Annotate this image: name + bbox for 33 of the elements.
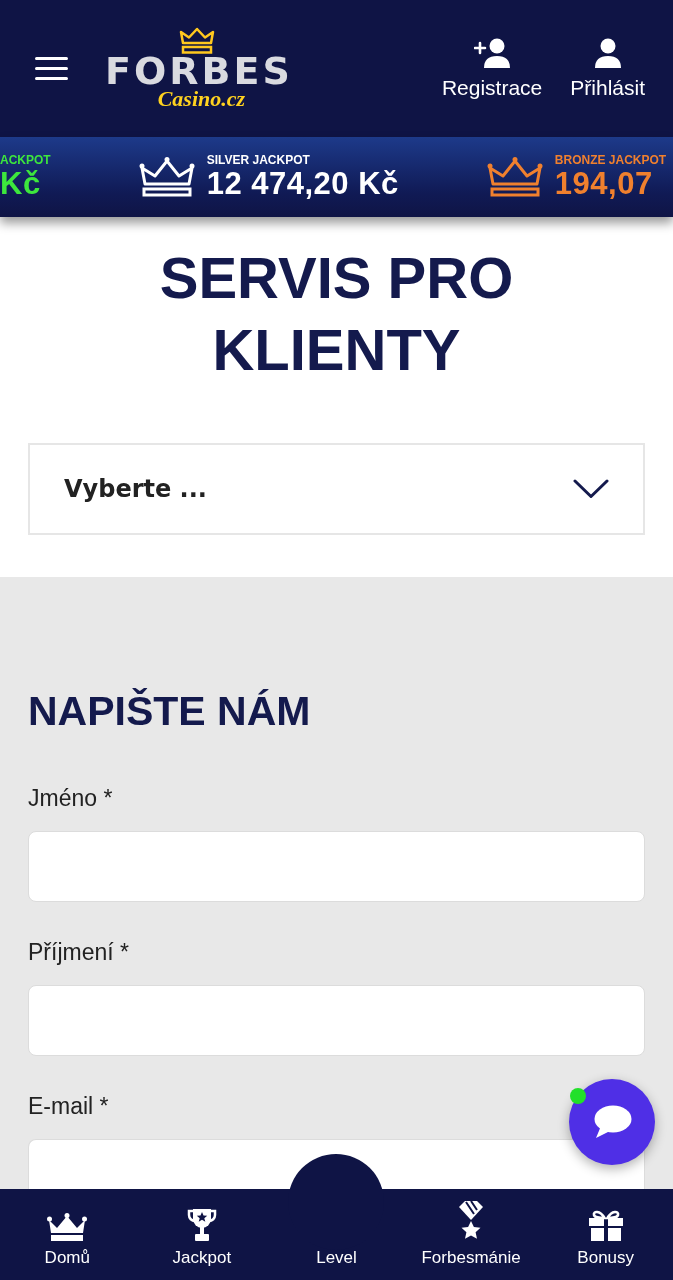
person-icon bbox=[593, 37, 622, 68]
jackpot-amount: Kč bbox=[0, 167, 42, 201]
jackpot-amount: 194,07 bbox=[554, 167, 654, 201]
medal-icon bbox=[457, 1201, 486, 1241]
jackpot-amount: 12 474,20 Kč bbox=[206, 167, 399, 201]
gift-icon bbox=[587, 1209, 624, 1241]
section-title: NAPIŠTE NÁM bbox=[28, 687, 312, 736]
register-button[interactable]: Registrace bbox=[441, 37, 543, 100]
field-label: Příjmení * bbox=[28, 938, 130, 967]
jackpot-label: BRONZE JACKPOT bbox=[554, 153, 667, 167]
field-label: Jméno * bbox=[28, 784, 114, 813]
topic-select[interactable]: Vyberte ... bbox=[28, 443, 645, 535]
speech-bubble-icon bbox=[592, 1105, 632, 1139]
jackpot-label: ACKPOT bbox=[0, 153, 51, 167]
bonuses-tab[interactable]: Bonusy bbox=[577, 1189, 635, 1280]
field-label: E-mail * bbox=[28, 1092, 110, 1121]
forbesmania-tab[interactable]: Forbesmánie bbox=[421, 1189, 521, 1280]
jackpot-tab[interactable]: Jackpot bbox=[172, 1189, 232, 1280]
logo-wordmark: FORBES bbox=[104, 55, 293, 86]
chevron-down-icon bbox=[573, 479, 609, 499]
login-button[interactable]: Přihlásit bbox=[570, 37, 645, 100]
crown-icon bbox=[178, 26, 217, 54]
home-tab[interactable]: Domů bbox=[44, 1189, 90, 1280]
logo-tagline: Casino.cz bbox=[156, 86, 246, 111]
jackpot-label: SILVER JACKPOT bbox=[206, 153, 311, 167]
input-field[interactable] bbox=[28, 831, 645, 902]
input-field[interactable] bbox=[28, 985, 645, 1056]
crown-icon bbox=[47, 1213, 88, 1241]
menu-icon[interactable] bbox=[35, 57, 68, 80]
level-tab[interactable]: Level bbox=[316, 1189, 357, 1280]
person-plus-icon bbox=[474, 37, 511, 68]
page-title: SERVIS PRO KLIENTY bbox=[158, 244, 515, 384]
trophy-icon bbox=[186, 1208, 217, 1241]
